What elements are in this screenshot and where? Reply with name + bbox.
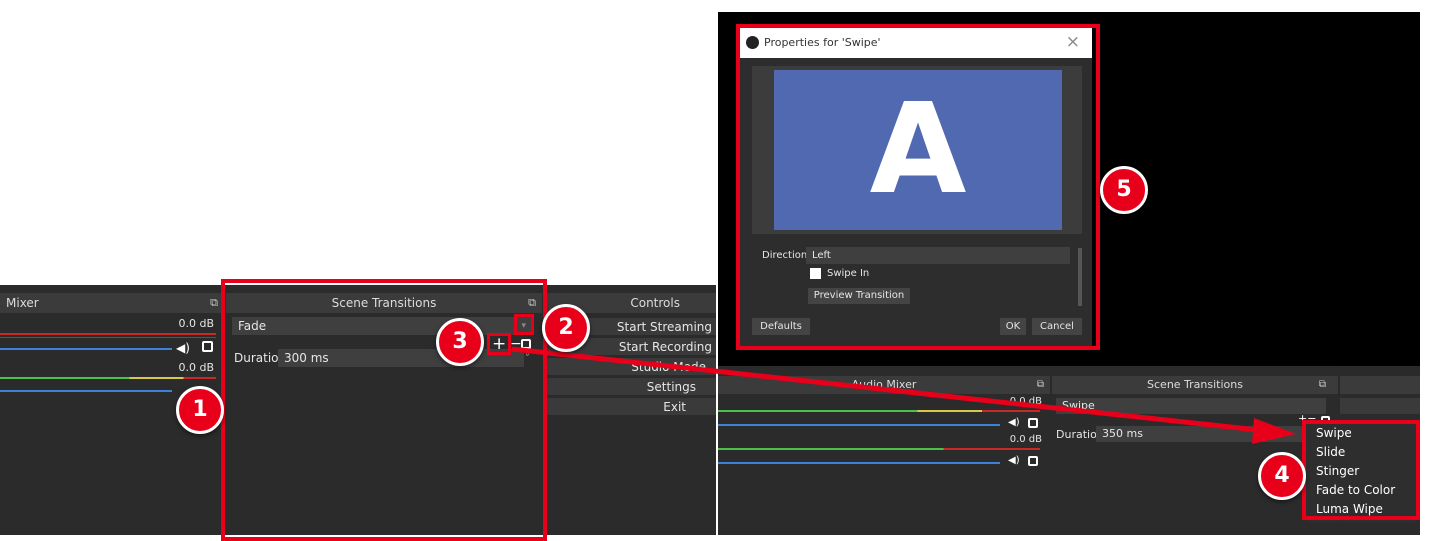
arrow-line <box>511 346 1259 433</box>
step-badge-4: 4 <box>1258 452 1306 500</box>
step-badge-3: 3 <box>436 318 484 366</box>
step-badge-2: 2 <box>542 304 590 352</box>
step-badge-5: 5 <box>1100 166 1148 214</box>
arrow-head <box>1252 418 1296 444</box>
step-badge-1: 1 <box>176 386 224 434</box>
annotation-arrow <box>511 346 1296 444</box>
